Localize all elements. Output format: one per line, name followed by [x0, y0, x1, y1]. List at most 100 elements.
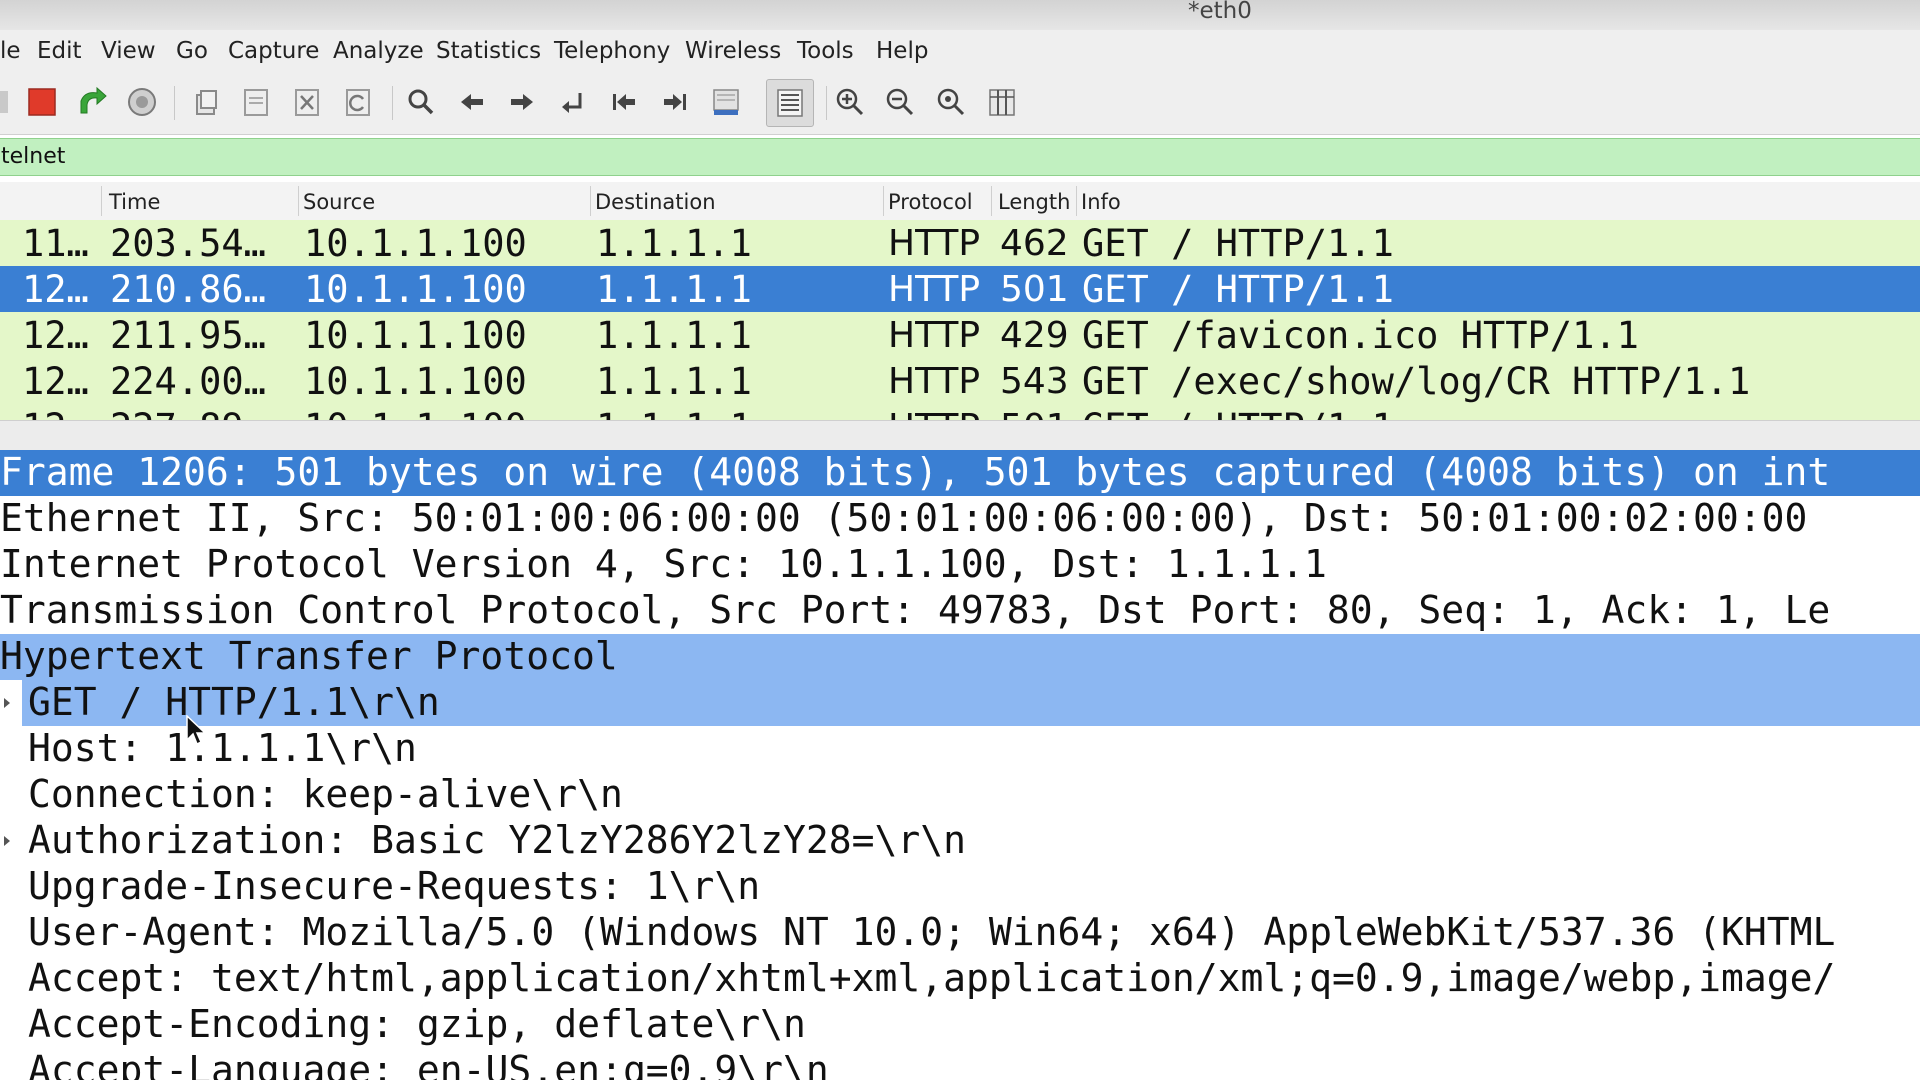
- packet-row[interactable]: 12… 224.00… 10.1.1.100 1.1.1.1 HTTP 543 …: [0, 358, 1920, 404]
- tree-item-label: Accept: text/html,application/xhtml+xml,…: [28, 956, 1836, 1000]
- go-forward-icon[interactable]: [502, 82, 542, 122]
- tree-item-authorization[interactable]: Authorization: Basic Y2lzY286Y2lzY28=\r\…: [0, 818, 1920, 864]
- menu-bar: le Edit View Go Capture Analyze Statisti…: [0, 30, 1920, 72]
- packet-protocol: HTTP: [888, 407, 980, 420]
- packet-destination: 1.1.1.1: [596, 406, 752, 420]
- open-file-icon[interactable]: [186, 82, 226, 122]
- packet-source: 10.1.1.100: [304, 406, 527, 420]
- save-file-icon[interactable]: [236, 82, 276, 122]
- menu-edit[interactable]: Edit: [37, 38, 82, 64]
- tree-item-label: Transmission Control Protocol, Src Port:…: [0, 588, 1831, 632]
- last-packet-icon[interactable]: [655, 82, 695, 122]
- capture-options-icon[interactable]: [122, 82, 162, 122]
- column-header-time[interactable]: Time: [109, 190, 160, 214]
- packet-row[interactable]: 12… 227.89… 10.1.1.100 1.1.1.1 HTTP 501 …: [0, 404, 1920, 420]
- packet-time: 211.95…: [110, 314, 266, 357]
- packet-list-header: Time Source Destination Protocol Length …: [0, 182, 1920, 221]
- packet-info: GET /exec/show/log/CR HTTP/1.1: [1082, 360, 1751, 403]
- display-filter-input[interactable]: [0, 139, 1901, 173]
- colorize-icon[interactable]: [766, 79, 814, 127]
- tree-item-frame[interactable]: Frame 1206: 501 bytes on wire (4008 bits…: [0, 450, 1920, 496]
- menu-view[interactable]: View: [101, 38, 156, 64]
- tree-item-label: Frame 1206: 501 bytes on wire (4008 bits…: [0, 450, 1831, 494]
- tree-item-ethernet[interactable]: Ethernet II, Src: 50:01:00:06:00:00 (50:…: [0, 496, 1920, 542]
- menu-analyze[interactable]: Analyze: [333, 38, 424, 64]
- tree-item-label: Ethernet II, Src: 50:01:00:06:00:00 (50:…: [0, 496, 1808, 540]
- go-back-icon[interactable]: [452, 82, 492, 122]
- tree-item-label: Hypertext Transfer Protocol: [0, 634, 618, 678]
- tree-item-host[interactable]: Host: 1.1.1.1\r\n: [0, 726, 1920, 772]
- menu-help[interactable]: Help: [876, 38, 928, 64]
- tree-item-accept-language[interactable]: Accept-Language: en-US,en;q=0.9\r\n: [0, 1048, 1920, 1080]
- menu-statistics[interactable]: Statistics: [436, 38, 541, 64]
- packet-time: 203.54…: [110, 222, 266, 265]
- expand-arrow-icon[interactable]: [4, 836, 10, 846]
- packet-list: Time Source Destination Protocol Length …: [0, 182, 1920, 420]
- packet-info: GET / HTTP/1.1: [1082, 406, 1394, 420]
- packet-time: 227.89…: [110, 406, 266, 420]
- autoscroll-icon[interactable]: [706, 82, 746, 122]
- packet-info: GET / HTTP/1.1: [1082, 222, 1394, 265]
- tree-item-label: Connection: keep-alive\r\n: [28, 772, 623, 816]
- column-header-destination[interactable]: Destination: [595, 190, 716, 214]
- go-to-packet-icon[interactable]: [553, 82, 593, 122]
- packet-no: 12…: [22, 406, 89, 420]
- packet-protocol: HTTP: [888, 223, 981, 264]
- close-file-icon[interactable]: [287, 82, 327, 122]
- tree-item-user-agent[interactable]: User-Agent: Mozilla/5.0 (Windows NT 10.0…: [0, 910, 1920, 956]
- menu-tools[interactable]: Tools: [797, 38, 854, 64]
- tree-item-tcp[interactable]: Transmission Control Protocol, Src Port:…: [0, 588, 1920, 634]
- packet-time: 210.86…: [110, 268, 266, 311]
- title-bar: *eth0: [0, 0, 1920, 30]
- packet-destination: 1.1.1.1: [596, 360, 752, 403]
- column-header-info[interactable]: Info: [1081, 190, 1121, 214]
- menu-capture[interactable]: Capture: [228, 38, 319, 64]
- column-header-protocol[interactable]: Protocol: [888, 190, 973, 214]
- packet-source: 10.1.1.100: [304, 314, 527, 357]
- tree-item-http-request-line[interactable]: GET / HTTP/1.1\r\n: [0, 680, 1920, 726]
- packet-info: GET /favicon.ico HTTP/1.1: [1082, 314, 1639, 357]
- resize-columns-icon[interactable]: [982, 82, 1022, 122]
- packet-length: 501: [1000, 269, 1069, 310]
- packet-length: 543: [1000, 361, 1069, 402]
- packet-source: 10.1.1.100: [304, 222, 527, 265]
- packet-info: GET / HTTP/1.1: [1082, 268, 1394, 311]
- window-title: *eth0: [1188, 0, 1252, 24]
- first-packet-icon[interactable]: [604, 82, 644, 122]
- column-header-source[interactable]: Source: [303, 190, 375, 214]
- tree-item-label: Host: 1.1.1.1\r\n: [28, 726, 417, 770]
- reload-file-icon[interactable]: [338, 82, 378, 122]
- menu-go[interactable]: Go: [176, 38, 208, 64]
- packet-protocol: HTTP: [888, 361, 981, 402]
- pane-splitter[interactable]: [0, 420, 1920, 452]
- tree-item-connection[interactable]: Connection: keep-alive\r\n: [0, 772, 1920, 818]
- packet-time: 224.00…: [110, 360, 266, 403]
- display-filter-bar: [0, 138, 1920, 176]
- packet-length: 429: [1000, 315, 1069, 356]
- tree-item-accept[interactable]: Accept: text/html,application/xhtml+xml,…: [0, 956, 1920, 1002]
- tree-item-http[interactable]: Hypertext Transfer Protocol: [0, 634, 1920, 680]
- main-toolbar: [0, 72, 1920, 135]
- zoom-out-icon[interactable]: [880, 82, 920, 122]
- stop-capture-icon[interactable]: [22, 82, 62, 122]
- menu-file[interactable]: le: [0, 38, 21, 64]
- packet-row[interactable]: 12… 211.95… 10.1.1.100 1.1.1.1 HTTP 429 …: [0, 312, 1920, 358]
- normal-size-icon[interactable]: [931, 82, 971, 122]
- find-packet-icon[interactable]: [401, 82, 441, 122]
- packet-no: 12…: [22, 360, 89, 403]
- packet-no: 11…: [22, 222, 89, 265]
- start-capture-icon-edge[interactable]: [0, 82, 12, 122]
- packet-row[interactable]: 11… 203.54… 10.1.1.100 1.1.1.1 HTTP 462 …: [0, 220, 1920, 266]
- restart-capture-icon[interactable]: [72, 82, 112, 122]
- column-header-length[interactable]: Length: [998, 190, 1070, 214]
- packet-row-selected[interactable]: 12… 210.86… 10.1.1.100 1.1.1.1 HTTP 501 …: [0, 266, 1920, 312]
- menu-telephony[interactable]: Telephony: [554, 38, 670, 64]
- tree-item-accept-encoding[interactable]: Accept-Encoding: gzip, deflate\r\n: [0, 1002, 1920, 1048]
- packet-destination: 1.1.1.1: [596, 314, 752, 357]
- zoom-in-icon[interactable]: [830, 82, 870, 122]
- tree-item-ipv4[interactable]: Internet Protocol Version 4, Src: 10.1.1…: [0, 542, 1920, 588]
- tree-item-upgrade-insecure[interactable]: Upgrade-Insecure-Requests: 1\r\n: [0, 864, 1920, 910]
- tree-item-label: Internet Protocol Version 4, Src: 10.1.1…: [0, 542, 1327, 586]
- menu-wireless[interactable]: Wireless: [685, 38, 781, 64]
- expand-arrow-icon[interactable]: [4, 698, 10, 708]
